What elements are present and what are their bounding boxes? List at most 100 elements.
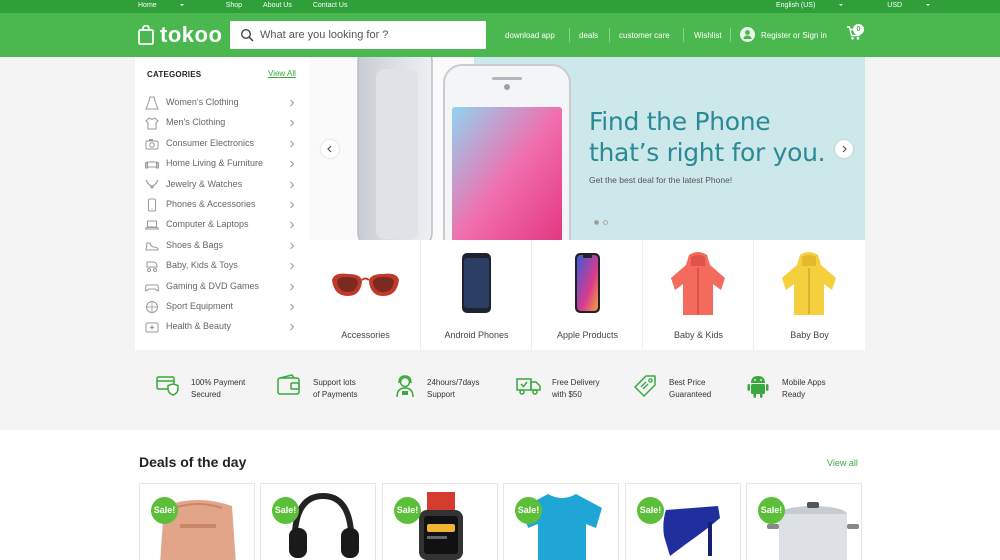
deal-card[interactable]: Sale!: [503, 483, 619, 560]
top-bar: Home Shop About Us Contact Us English (U…: [0, 0, 1000, 13]
android-icon: [747, 376, 769, 398]
category-card-accessories[interactable]: Accessories: [310, 240, 421, 350]
nav-divider: [609, 28, 610, 42]
register-sign-in-link[interactable]: Register or Sign in: [761, 31, 827, 40]
header: tokoo download app deals customer care W…: [0, 13, 1000, 57]
category-item[interactable]: Women's Clothing: [135, 94, 310, 114]
category-item[interactable]: Men's Clothing: [135, 114, 310, 134]
category-card-baby-kids[interactable]: Baby & Kids: [643, 240, 754, 350]
nav-download-app[interactable]: download app: [505, 31, 555, 40]
sofa-icon: [145, 161, 159, 169]
category-item[interactable]: Phones & Accessories: [135, 196, 310, 216]
truck-icon: [516, 378, 541, 395]
wallet-icon: [277, 374, 300, 395]
category-item[interactable]: Sport Equipment: [135, 298, 310, 318]
gamepad-icon: [145, 284, 159, 292]
currency-select[interactable]: USD: [887, 2, 952, 9]
deal-card[interactable]: Sale!: [382, 483, 498, 560]
nav-wishlist[interactable]: Wishlist: [694, 31, 722, 40]
hero-subtitle: Get the best deal for the latest Phone!: [589, 175, 733, 185]
chevron-down-icon: [839, 4, 844, 7]
nav-deals[interactable]: deals: [579, 31, 598, 40]
language-select[interactable]: English (US): [776, 2, 865, 9]
category-card-baby-boy[interactable]: Baby Boy: [754, 240, 865, 350]
category-item[interactable]: Health & Beauty: [135, 318, 310, 338]
feature-support: 24hours/7days Support: [393, 374, 479, 403]
chevron-right-icon: [290, 262, 295, 270]
category-item[interactable]: Consumer Electronics: [135, 135, 310, 155]
logo[interactable]: tokoo: [138, 22, 222, 48]
deal-card[interactable]: Sale!: [260, 483, 376, 560]
deal-card[interactable]: Sale!: [746, 483, 862, 560]
baby-jacket-image: [671, 252, 725, 315]
locale-controls: English (US) USD: [776, 2, 974, 9]
category-label: Apple Products: [556, 330, 619, 340]
deal-card[interactable]: Sale!: [139, 483, 255, 560]
top-nav-home[interactable]: Home: [138, 2, 205, 9]
search-input[interactable]: [260, 21, 480, 49]
category-item[interactable]: Gaming & DVD Games: [135, 278, 310, 298]
top-nav-contact[interactable]: Contact Us: [313, 2, 348, 9]
sale-badge: Sale!: [151, 497, 178, 524]
category-item[interactable]: Shoes & Bags: [135, 237, 310, 257]
top-nav-shop[interactable]: Shop: [226, 2, 242, 9]
feature-free-delivery: Free Delivery with $50: [516, 374, 600, 401]
deals-view-all-link[interactable]: View all: [827, 458, 858, 468]
chevron-right-icon: [290, 120, 295, 127]
category-item[interactable]: Jewelry & Watches: [135, 176, 310, 196]
chevron-down-icon: [926, 4, 931, 7]
chevron-right-icon: [290, 303, 295, 311]
feature-payment-secured: 100% Payment Secured: [156, 374, 245, 401]
category-label: Android Phones: [444, 330, 509, 340]
carousel-dot[interactable]: [603, 220, 608, 225]
category-label: Accessories: [341, 330, 390, 340]
carousel-dot-active[interactable]: [594, 220, 599, 225]
phone-icon: [148, 198, 156, 212]
ball-icon: [146, 301, 158, 313]
categories-view-all-link[interactable]: View All: [268, 69, 296, 78]
sale-badge: Sale!: [637, 497, 664, 524]
sale-badge: Sale!: [515, 497, 542, 524]
necklace-icon: [145, 179, 159, 189]
shield-card-icon: [156, 376, 179, 396]
category-item-label: Men's Clothing: [166, 117, 226, 128]
category-card-apple-products[interactable]: Apple Products: [532, 240, 643, 350]
health-icon: [145, 322, 159, 333]
carousel-prev-button[interactable]: [321, 140, 339, 158]
chevron-right-icon: [290, 324, 295, 331]
category-item-label: Gaming & DVD Games: [166, 280, 260, 291]
chevron-right-icon: [290, 140, 295, 148]
support-agent-icon: [396, 375, 414, 398]
category-item[interactable]: Home Living & Furniture: [135, 155, 310, 175]
category-item-label: Jewelry & Watches: [166, 178, 243, 189]
feature-best-price: Best Price Guaranteed: [633, 374, 711, 403]
category-item-label: Phones & Accessories: [166, 199, 256, 209]
chevron-right-icon: [290, 160, 295, 168]
price-tag-icon: [634, 375, 656, 397]
category-item-label: Home Living & Furniture: [166, 158, 264, 169]
search-bar: [230, 21, 486, 49]
categories-title: CATEGORIES: [147, 70, 202, 79]
top-nav: Home Shop About Us Contact Us: [138, 2, 368, 9]
camera-icon: [145, 138, 159, 150]
user-icon[interactable]: [740, 27, 755, 42]
stroller-icon: [146, 261, 158, 273]
chevron-right-icon: [290, 181, 295, 188]
nav-customer-care[interactable]: customer care: [619, 31, 670, 40]
search-icon[interactable]: [240, 28, 254, 42]
category-item[interactable]: Computer & Laptops: [135, 216, 310, 236]
deal-card[interactable]: Sale!: [625, 483, 741, 560]
top-nav-about[interactable]: About Us: [263, 2, 292, 9]
category-item[interactable]: Baby, Kids & Toys: [135, 257, 310, 277]
dress-icon: [145, 96, 159, 110]
cart-count-badge: 0: [853, 24, 864, 35]
category-card-android-phones[interactable]: Android Phones: [421, 240, 532, 350]
chevron-right-icon: [290, 283, 295, 290]
carousel-next-button[interactable]: [835, 140, 853, 158]
category-label: Baby & Kids: [673, 330, 724, 340]
category-item-label: Shoes & Bags: [166, 239, 224, 250]
nav-divider: [569, 28, 570, 42]
category-item-label: Computer & Laptops: [166, 219, 249, 230]
hero-title: Find the Phone that’s right for you.: [589, 107, 826, 167]
feature-payments: Support lots of Payments: [277, 374, 357, 401]
